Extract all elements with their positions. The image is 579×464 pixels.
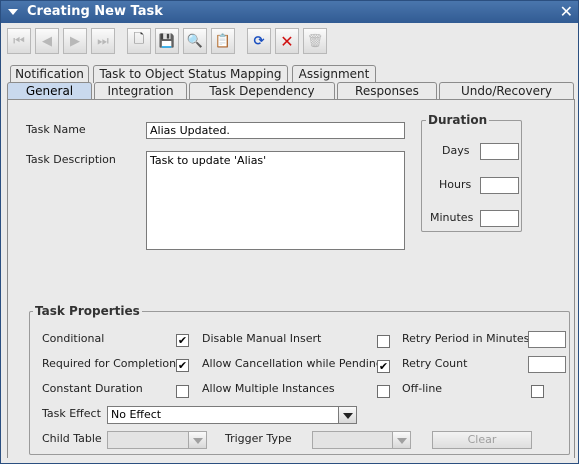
constant-duration-label: Constant Duration <box>42 382 143 395</box>
tab-responses[interactable]: Responses <box>337 82 437 100</box>
toolbar: ⏮ ◀ ▶ ⏭ 🗋 💾 🔍 📋 ⟳ ✕ 🗑 <box>5 26 573 60</box>
constant-duration-checkbox[interactable] <box>176 385 189 398</box>
retry-count-label: Retry Count <box>402 357 468 370</box>
task-effect-value: No Effect <box>111 408 162 421</box>
task-description-textarea[interactable]: Task to update 'Alias' <box>146 151 405 250</box>
disable-manual-insert-label: Disable Manual Insert <box>202 332 322 345</box>
tab-notification[interactable]: Notification <box>10 65 89 83</box>
trash-icon[interactable]: 🗑 <box>303 28 327 54</box>
task-properties-title: Task Properties <box>33 304 142 318</box>
attach-icon[interactable]: 📋 <box>211 28 235 54</box>
disable-manual-insert-checkbox[interactable] <box>377 335 390 348</box>
days-input[interactable] <box>480 143 519 160</box>
find-icon[interactable]: 🔍 <box>183 28 207 54</box>
allow-multiple-instances-label: Allow Multiple Instances <box>202 382 335 395</box>
close-icon[interactable]: ✕ <box>560 2 573 21</box>
task-name-label: Task Name <box>26 123 86 136</box>
required-for-completion-label: Required for Completion <box>42 357 177 370</box>
trigger-type-select[interactable] <box>312 431 411 449</box>
clear-button[interactable]: Clear <box>432 431 532 449</box>
conditional-label: Conditional <box>42 332 105 345</box>
hours-label: Hours <box>439 178 472 191</box>
minutes-label: Minutes <box>430 211 474 224</box>
retry-count-input[interactable] <box>528 356 566 373</box>
days-label: Days <box>442 144 470 157</box>
task-window: Creating New Task ✕ ⏮ ◀ ▶ ⏭ 🗋 💾 🔍 📋 ⟳ ✕ … <box>0 0 579 464</box>
collapse-icon[interactable] <box>8 9 18 15</box>
duration-title: Duration <box>426 113 490 127</box>
allow-cancellation-checkbox[interactable]: ✔ <box>377 360 390 373</box>
task-description-label: Task Description <box>26 153 116 166</box>
task-effect-select[interactable]: No Effect <box>107 406 357 424</box>
retry-period-input[interactable] <box>528 331 566 348</box>
chevron-down-icon[interactable] <box>392 431 411 449</box>
last-record-icon[interactable]: ⏭ <box>91 28 115 54</box>
tab-assignment[interactable]: Assignment <box>292 65 376 83</box>
previous-record-icon[interactable]: ◀ <box>35 28 59 54</box>
child-table-select[interactable] <box>107 431 207 449</box>
chevron-down-icon[interactable] <box>338 406 357 424</box>
next-record-icon[interactable]: ▶ <box>63 28 87 54</box>
first-record-icon[interactable]: ⏮ <box>7 28 31 54</box>
delete-icon[interactable]: ✕ <box>275 28 299 54</box>
minutes-input[interactable] <box>480 210 519 227</box>
conditional-checkbox[interactable]: ✔ <box>176 334 189 347</box>
task-effect-label: Task Effect <box>42 407 101 420</box>
tab-integration[interactable]: Integration <box>94 82 187 100</box>
off-line-checkbox[interactable] <box>531 385 544 398</box>
new-document-icon[interactable]: 🗋 <box>127 28 151 54</box>
hours-input[interactable] <box>480 177 519 194</box>
refresh-icon[interactable]: ⟳ <box>247 28 271 54</box>
required-for-completion-checkbox[interactable]: ✔ <box>176 359 189 372</box>
allow-multiple-instances-checkbox[interactable] <box>377 385 390 398</box>
allow-cancellation-label: Allow Cancellation while Pending <box>202 357 383 370</box>
tab-task-dependency[interactable]: Task Dependency <box>189 82 335 100</box>
tab-undo-recovery[interactable]: Undo/Recovery <box>439 82 574 100</box>
trigger-type-label: Trigger Type <box>225 432 292 445</box>
tab-general[interactable]: General <box>7 82 92 100</box>
chevron-down-icon[interactable] <box>188 431 207 449</box>
retry-period-label: Retry Period in Minutes <box>402 332 530 345</box>
window-title: Creating New Task <box>27 4 163 19</box>
save-icon[interactable]: 💾 <box>155 28 179 54</box>
task-name-input[interactable]: Alias Updated. <box>146 122 405 139</box>
tab-task-to-object-status-mapping[interactable]: Task to Object Status Mapping <box>93 65 288 83</box>
off-line-label: Off-line <box>402 382 443 395</box>
child-table-label: Child Table <box>42 432 102 445</box>
title-bar: Creating New Task ✕ <box>1 1 578 23</box>
